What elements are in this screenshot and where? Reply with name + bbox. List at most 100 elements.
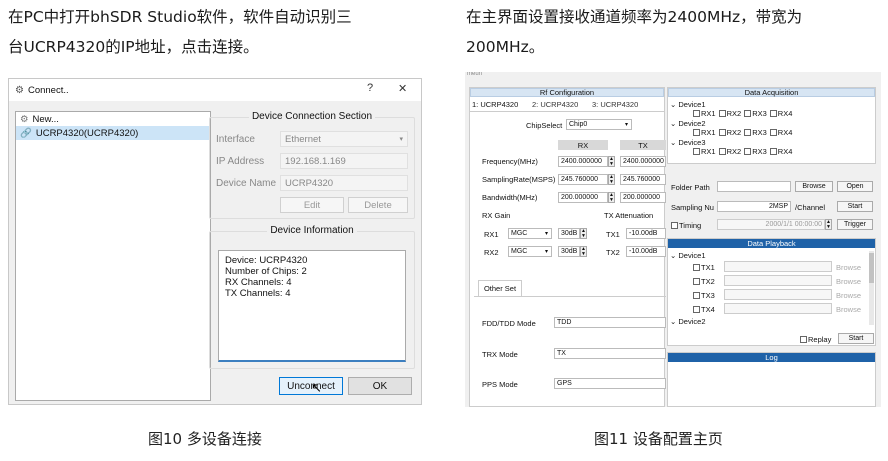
rx2-mode-select[interactable]: MGC ▾	[508, 246, 552, 257]
device-label: Device2	[678, 119, 706, 128]
acq-device1[interactable]: ⌄ Device1	[670, 100, 706, 109]
acq-device2[interactable]: ⌄ Device2	[670, 119, 706, 128]
rx1-gain-input[interactable]: 30dB	[558, 228, 580, 239]
ip-field[interactable]: 192.168.1.169	[280, 153, 408, 169]
checkbox[interactable]	[744, 110, 752, 117]
checkbox[interactable]	[718, 148, 726, 155]
channel-label: RX1	[701, 109, 716, 118]
spinner-icon[interactable]: ▲ ▼	[608, 192, 615, 203]
chip-select[interactable]: Chip0 ▾	[566, 119, 632, 130]
list-item-new[interactable]: ⚙ New...	[16, 112, 210, 126]
tx-bandwidth-input[interactable]: 200.000000	[620, 192, 666, 203]
spinner-icon[interactable]: ▲ ▼	[608, 156, 615, 167]
checkbox[interactable]	[769, 129, 777, 136]
main-window: meun Rf Configuration 1: UCRP4320 2: UCR…	[465, 72, 881, 407]
channel-label: RX2	[726, 109, 742, 118]
rf-title: Rf Configuration	[470, 88, 664, 97]
tx2-attenuation-input[interactable]: -10.00dB	[626, 246, 666, 257]
play-device1[interactable]: ⌄ Device1	[670, 251, 706, 260]
checkbox[interactable]	[693, 148, 700, 155]
chevron-down-icon: ▾	[624, 122, 628, 128]
rx-frequency-input[interactable]: 2400.000000	[558, 156, 608, 167]
sampling-number-input[interactable]: 2MSP	[717, 201, 791, 212]
checkbox[interactable]	[693, 129, 700, 136]
tx-sampling-input[interactable]: 245.760000	[620, 174, 666, 185]
scrollbar[interactable]	[869, 251, 874, 325]
open-button[interactable]: Open	[837, 181, 873, 192]
fdd-tdd-select[interactable]: TDD	[554, 317, 666, 328]
tx1-attenuation-input[interactable]: -10.00dB	[626, 228, 666, 239]
acq-start-button[interactable]: Start	[837, 201, 873, 212]
timing-checkbox[interactable]: Timing	[671, 221, 701, 230]
tab-device-3[interactable]: 3: UCRP4320	[592, 100, 638, 109]
rx1-mode-select[interactable]: MGC ▾	[508, 228, 552, 239]
play-start-button[interactable]: Start	[838, 333, 874, 344]
checkbox[interactable]	[769, 110, 777, 117]
checkbox[interactable]	[718, 110, 726, 117]
checkbox[interactable]	[693, 278, 700, 285]
checkbox[interactable]	[693, 306, 700, 313]
tx3-path-input[interactable]	[724, 289, 832, 300]
browse-button[interactable]: Browse	[795, 181, 833, 192]
checkbox[interactable]	[744, 148, 752, 155]
tab-device-1[interactable]: 1: UCRP4320	[472, 100, 518, 109]
help-button[interactable]: ?	[367, 82, 373, 94]
folder-path-input[interactable]	[717, 181, 791, 192]
checkbox[interactable]	[718, 129, 726, 136]
folder-path-label: Folder Path	[671, 183, 710, 192]
replay-checkbox[interactable]: Replay	[800, 335, 831, 344]
list-item-device[interactable]: 🔗 UCRP4320(UCRP4320)	[16, 126, 210, 140]
checkbox[interactable]	[769, 148, 777, 155]
checkbox[interactable]	[744, 129, 752, 136]
rx-bandwidth-input[interactable]: 200.000000	[558, 192, 608, 203]
pps-mode-label: PPS Mode	[482, 380, 518, 389]
play-device2[interactable]: ⌄ Device2	[670, 317, 706, 326]
tx2-path-input[interactable]	[724, 275, 832, 286]
checkbox[interactable]	[693, 264, 700, 271]
pps-mode-select[interactable]: GPS	[554, 378, 666, 389]
channel-label: RX3	[752, 128, 767, 137]
tx4-browse-button[interactable]: Browse	[836, 305, 861, 314]
spinner-icon[interactable]: ▲ ▼	[580, 228, 587, 239]
ok-button[interactable]: OK	[348, 377, 412, 395]
info-line: TX Channels: 4	[225, 288, 291, 299]
acq-device2-channels: RX1 RX2 RX3 RX4	[690, 128, 792, 137]
other-tab-divider	[474, 296, 666, 297]
tx-column-header: TX	[620, 140, 666, 150]
trigger-button[interactable]: Trigger	[837, 219, 873, 230]
checkbox[interactable]	[800, 336, 807, 343]
channel-label: TX2	[701, 277, 715, 286]
checkbox[interactable]	[693, 292, 700, 299]
tab-other-set[interactable]: Other Set	[478, 280, 522, 296]
checkbox[interactable]	[693, 110, 700, 117]
spinner-icon[interactable]: ▲ ▼	[608, 174, 615, 185]
trx-mode-select[interactable]: TX	[554, 348, 666, 359]
channel-label: RX4	[777, 147, 793, 156]
timing-input[interactable]: 2000/1/1 00:00:00	[717, 219, 825, 230]
fdd-tdd-label: FDD/TDD Mode	[482, 319, 536, 328]
tx1-path-input[interactable]	[724, 261, 832, 272]
delete-button[interactable]: Delete	[348, 197, 408, 213]
channel-label: RX1	[701, 128, 716, 137]
checkbox[interactable]	[671, 222, 678, 229]
acq-device3[interactable]: ⌄ Device3	[670, 138, 706, 147]
left-caption-line2: 台UCRP4320的IP地址，点击连接。	[8, 38, 259, 56]
acq-title: Data Acquisition	[668, 88, 875, 97]
tx3-browse-button[interactable]: Browse	[836, 291, 861, 300]
tx-frequency-input[interactable]: 2400.000000	[620, 156, 666, 167]
spinner-icon[interactable]: ▲ ▼	[580, 246, 587, 257]
device-name-field[interactable]: UCRP4320	[280, 175, 408, 191]
connect-dialog: ⚙ Connect.. ? ✕ ⚙ New... 🔗 UCRP4320(UCRP43…	[8, 78, 422, 405]
rx2-gain-input[interactable]: 30dB	[558, 246, 580, 257]
interface-select[interactable]: Ethernet ▾	[280, 131, 408, 147]
device-info-text: Device: UCRP4320 Number of Chips: 2 RX C…	[218, 250, 406, 362]
rx-sampling-input[interactable]: 245.760000	[558, 174, 608, 185]
tx2-browse-button[interactable]: Browse	[836, 277, 861, 286]
tx4-path-input[interactable]	[724, 303, 832, 314]
edit-button[interactable]: Edit	[280, 197, 344, 213]
spinner-icon[interactable]: ▲ ▼	[825, 219, 832, 230]
tx1-browse-button[interactable]: Browse	[836, 263, 861, 272]
tab-device-2[interactable]: 2: UCRP4320	[532, 100, 578, 109]
tab-divider	[470, 111, 664, 112]
close-button[interactable]: ✕	[398, 82, 407, 95]
